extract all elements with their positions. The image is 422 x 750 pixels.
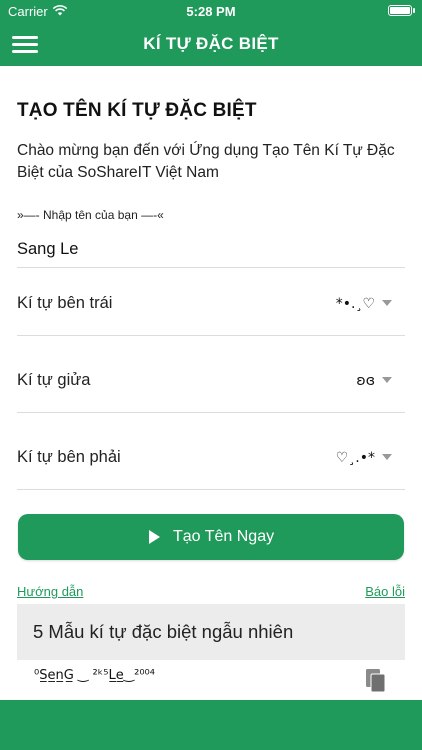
clock: 5:28 PM bbox=[186, 4, 236, 19]
middle-char-value: ʚɞ bbox=[356, 373, 375, 389]
left-char-value: *•.¸♡ bbox=[335, 296, 375, 312]
app-title: KÍ TỰ ĐẶC BIỆT bbox=[143, 34, 279, 53]
left-char-select[interactable]: Kí tự bên trái *•.¸♡ bbox=[17, 274, 405, 336]
main-content: TẠO TÊN KÍ TỰ ĐẶC BIỆT Chào mừng bạn đến… bbox=[0, 66, 422, 700]
play-icon bbox=[149, 530, 160, 544]
random-samples-header: 5 Mẫu kí tự đặc biệt ngẫu nhiên bbox=[17, 604, 405, 660]
result-text: ⁰S̲e̲n̲G̲ ‿ ²ᵏ⁵L̲e̲‿²⁰⁰⁴ bbox=[34, 668, 155, 683]
left-char-label: Kí tự bên trái bbox=[17, 294, 113, 312]
create-name-label: Tạo Tên Ngay bbox=[173, 528, 275, 545]
status-bar: Carrier 5:28 PM bbox=[0, 0, 422, 22]
dropdown-caret-icon bbox=[382, 300, 392, 306]
welcome-text: Chào mừng bạn đến với Ứng dụng Tạo Tên K… bbox=[17, 142, 395, 181]
battery-icon bbox=[388, 5, 415, 16]
name-input-label: »—- Nhập tên của bạn —-« bbox=[17, 208, 164, 222]
right-char-label: Kí tự bên phải bbox=[17, 448, 121, 466]
report-bug-link[interactable]: Báo lỗi bbox=[365, 584, 405, 599]
create-name-button[interactable]: Tạo Tên Ngay bbox=[18, 514, 404, 560]
middle-char-select[interactable]: Kí tự giửa ʚɞ bbox=[17, 351, 405, 413]
app-bar: KÍ TỰ ĐẶC BIỆT bbox=[0, 22, 422, 66]
page-title: TẠO TÊN KÍ TỰ ĐẶC BIỆT bbox=[17, 100, 257, 121]
dropdown-caret-icon bbox=[382, 454, 392, 460]
dropdown-caret-icon bbox=[382, 377, 392, 383]
guide-link[interactable]: Hướng dẫn bbox=[17, 584, 83, 599]
bottom-bar bbox=[0, 700, 422, 750]
right-char-select[interactable]: Kí tự bên phải ♡¸.•* bbox=[17, 428, 405, 490]
result-row: ⁰S̲e̲n̲G̲ ‿ ²ᵏ⁵L̲e̲‿²⁰⁰⁴ bbox=[17, 660, 405, 700]
random-samples-title: 5 Mẫu kí tự đặc biệt ngẫu nhiên bbox=[33, 621, 294, 642]
copy-icon[interactable] bbox=[365, 668, 387, 694]
name-input[interactable] bbox=[17, 232, 405, 268]
right-char-value: ♡¸.•* bbox=[335, 450, 375, 466]
middle-char-label: Kí tự giửa bbox=[17, 371, 91, 389]
